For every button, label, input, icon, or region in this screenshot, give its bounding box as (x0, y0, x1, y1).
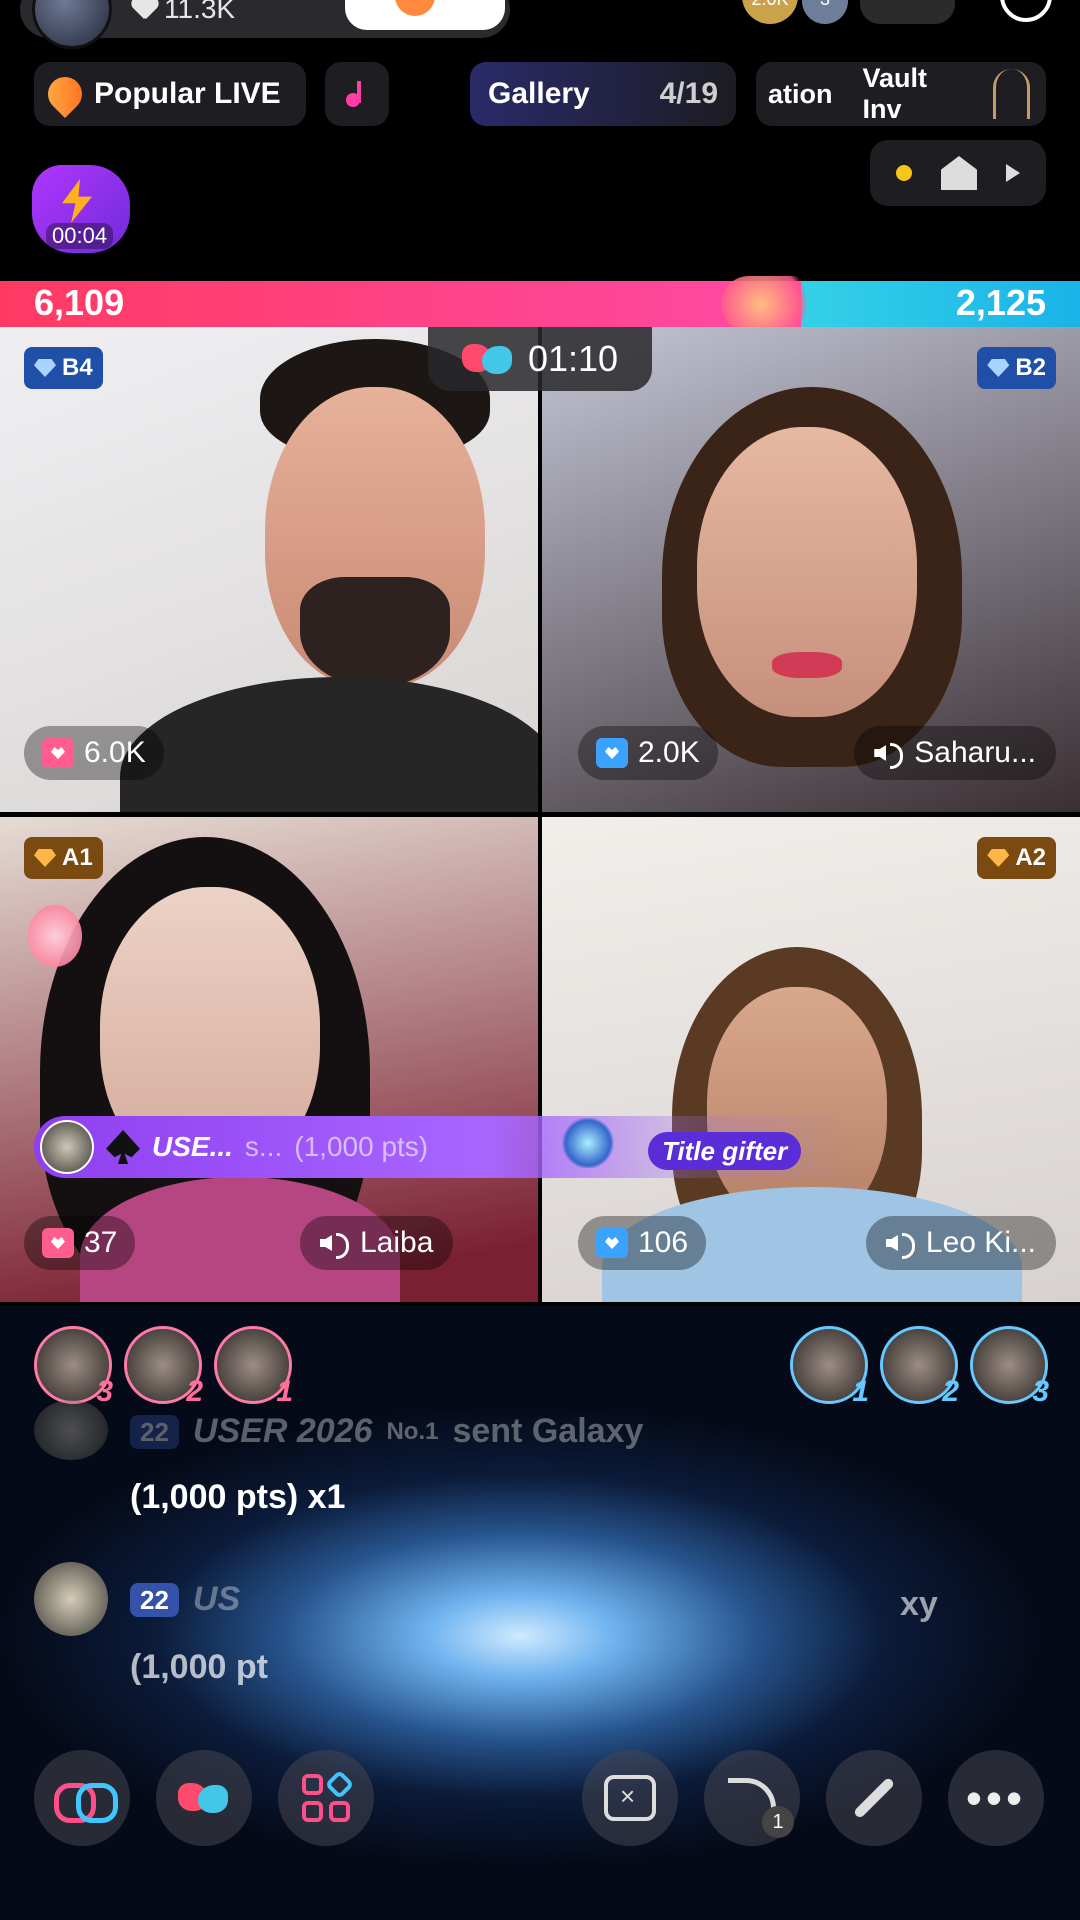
chat-message-body: (1,000 pt (130, 1648, 268, 1686)
top-gifter-avatar[interactable]: 1 (214, 1326, 293, 1408)
gift-count: 37 (24, 1216, 136, 1270)
gift-icon (596, 738, 628, 768)
music-note-icon (342, 79, 372, 109)
battle-score-bar (0, 281, 1080, 327)
more-dots-icon: ••• (965, 1772, 1027, 1824)
boost-timer: 00:04 (46, 223, 114, 249)
score-left: 6,109 (34, 282, 125, 323)
chat-message-header: 22 US (130, 1580, 240, 1619)
top-gifter-avatar[interactable]: 3 (970, 1326, 1049, 1408)
music-button[interactable] (325, 62, 389, 126)
follow-icon (395, 0, 435, 16)
rank-badge: B2 (977, 347, 1056, 389)
chat-off-icon (604, 1775, 656, 1821)
top-gifter-avatar[interactable]: 2 (880, 1326, 959, 1408)
gallery-count: 4/19 (659, 77, 718, 110)
diamond-icon (987, 849, 1010, 867)
heart-icon (132, 0, 158, 21)
guest-name[interactable]: Laiba (300, 1216, 454, 1270)
chat-message-body: (1,000 pts) x1 (130, 1478, 346, 1516)
popular-live-chip[interactable]: Popular LIVE (34, 62, 306, 126)
video-tile-4[interactable]: A2 106 Leo Ki... (542, 817, 1080, 1302)
rank-badge: A2 (977, 837, 1056, 879)
title-gifter-tag: Title gifter (648, 1132, 802, 1170)
spark-icon (721, 276, 822, 332)
boost-badge[interactable]: 00:04 (32, 165, 130, 253)
score-right: 2,125 (955, 282, 1046, 323)
link-icon (54, 1783, 118, 1823)
coin-badge: 2.0K (742, 0, 798, 24)
flame-icon (40, 69, 90, 119)
status-dot-icon (896, 165, 913, 181)
follow-button[interactable] (345, 0, 505, 30)
speaker-icon (320, 1229, 350, 1259)
speaker-icon (874, 739, 904, 769)
speaker-icon (886, 1229, 916, 1259)
diamond-icon (34, 849, 56, 867)
trident-icon (993, 69, 1030, 119)
gift-count: 2.0K (578, 726, 718, 780)
battle-button[interactable] (156, 1750, 252, 1846)
top-bar (0, 0, 1080, 270)
gift-icon (42, 738, 74, 768)
chat-avatar[interactable] (34, 1400, 108, 1460)
guest-name[interactable]: Leo Ki... (865, 1216, 1056, 1270)
share-count-badge: 1 (762, 1806, 794, 1838)
gift-count: 106 (578, 1216, 707, 1270)
rank-badge: B4 (24, 347, 103, 389)
boxing-gloves-icon (461, 342, 514, 376)
video-tile-2[interactable]: B2 2.0K Saharu... (542, 327, 1080, 812)
top-gifters-blue: 1 2 3 (790, 1326, 1049, 1408)
multi-guest-button[interactable] (34, 1750, 130, 1846)
gallery-chip[interactable]: Gallery 4/19 (470, 62, 736, 126)
play-icon[interactable] (1005, 164, 1020, 182)
gifter-avatar[interactable] (40, 1120, 94, 1174)
diamond-icon (987, 359, 1010, 377)
comment-toggle-button[interactable] (582, 1750, 678, 1846)
host-beard (300, 577, 450, 687)
viewer-coins[interactable]: 2.0K 3 (742, 0, 848, 24)
control-pill[interactable] (870, 140, 1046, 206)
diamond-icon (34, 359, 56, 377)
video-tile-1[interactable]: B4 6.0K (0, 327, 538, 812)
top-gifter-avatar[interactable]: 2 (124, 1326, 203, 1408)
chat-message-header: 22 USER 2026 No.1 sent Galaxy (130, 1412, 643, 1451)
share-button[interactable]: 1 (704, 1750, 800, 1846)
chat-message-tail: xy (900, 1585, 938, 1623)
gift-icon (596, 1228, 628, 1258)
coin-badge: 3 (802, 0, 848, 24)
mini-boost-icon[interactable] (28, 905, 82, 967)
spade-icon (106, 1130, 140, 1164)
effects-button[interactable] (826, 1750, 922, 1846)
grid-icon (302, 1769, 355, 1822)
guest-name[interactable]: Saharu... (854, 726, 1056, 780)
rank-badge: A1 (24, 837, 103, 879)
home-icon[interactable] (940, 156, 977, 190)
chat-avatar[interactable] (34, 1562, 108, 1636)
gift-crystal-icon (560, 1118, 616, 1168)
top-gifter-avatar[interactable]: 3 (34, 1326, 113, 1408)
viewers-pill[interactable] (860, 0, 955, 24)
battle-timer: 01:10 (428, 327, 652, 391)
top-gifters-red: 3 2 1 (34, 1326, 293, 1408)
video-tile-3[interactable]: A1 37 Laiba (0, 817, 538, 1302)
host-shirt (120, 677, 538, 812)
likes-count: 11.3K (132, 0, 235, 25)
vault-chip[interactable]: ation Vault Inv (756, 62, 1046, 126)
magic-wand-icon (852, 1776, 896, 1820)
top-gifter-avatar[interactable]: 1 (790, 1326, 869, 1408)
more-button[interactable]: ••• (948, 1750, 1044, 1846)
gift-count: 6.0K (24, 726, 164, 780)
gift-icon (42, 1228, 74, 1258)
guest-lips (772, 652, 842, 678)
more-features-button[interactable] (278, 1750, 374, 1846)
boxing-gloves-icon (178, 1781, 230, 1815)
